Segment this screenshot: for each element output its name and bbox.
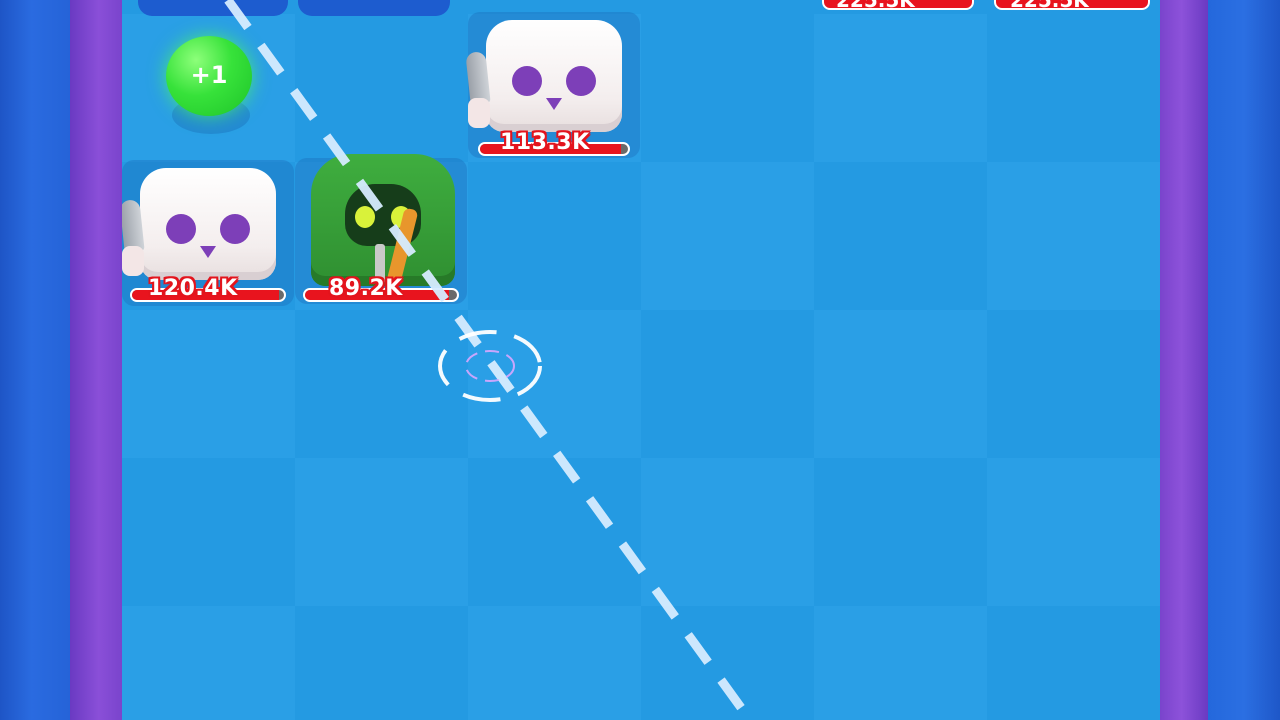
aim-line xyxy=(224,0,754,720)
purple-wall-right xyxy=(1160,0,1208,720)
outer-frame-right xyxy=(1208,0,1280,720)
aim-overlay xyxy=(224,0,754,720)
game-board[interactable]: 225.5K 225.5K +1 113.3K 120.4K 89.2K xyxy=(122,0,1160,720)
purple-wall-left xyxy=(70,0,122,720)
outer-frame-left xyxy=(0,0,70,720)
